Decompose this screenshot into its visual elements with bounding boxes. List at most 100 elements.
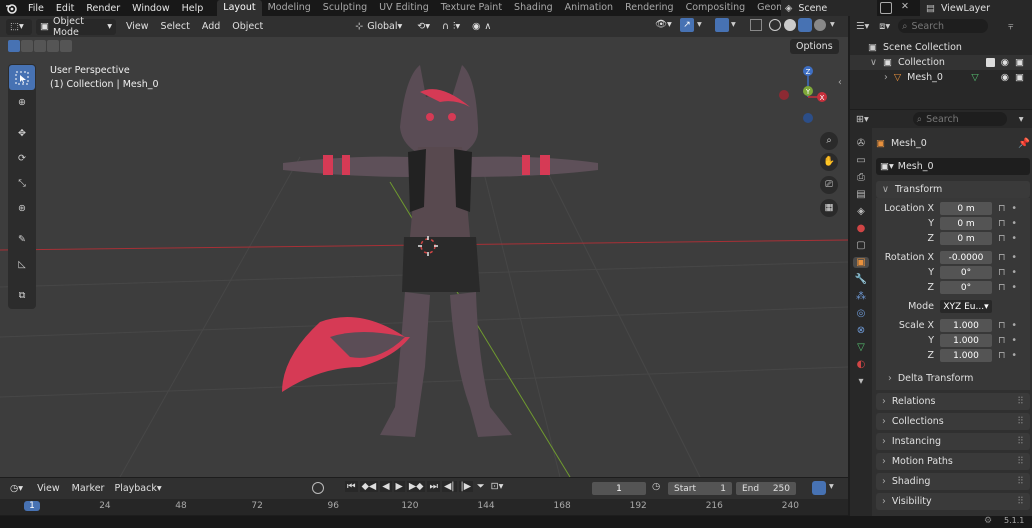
drag-handle-icon[interactable]: ⠿ (1017, 396, 1024, 407)
outliner-scene-collection[interactable]: ▣ Scene Collection (850, 40, 1032, 55)
menu-window[interactable]: Window (126, 3, 175, 14)
preview-range-icon[interactable]: ◷ (652, 481, 660, 492)
panel-header[interactable]: › Shading ⠿ (876, 473, 1030, 490)
workspace-tab[interactable]: Modeling (262, 0, 317, 16)
location-z-field[interactable]: 0 m (940, 232, 992, 245)
ortho-toggle-button[interactable]: ▦ (820, 199, 838, 217)
drag-handle-icon[interactable]: ⠿ (1017, 436, 1024, 447)
outliner-editor-icon[interactable]: ☰▾ (856, 21, 869, 32)
lock-icon[interactable]: ⊓ (998, 233, 1005, 244)
eye-icon[interactable]: ◉ (1001, 72, 1009, 83)
snap-toggle[interactable]: ∩ ⫶ ▾ (438, 19, 464, 35)
pan-button[interactable]: ✋ (820, 153, 838, 171)
shading-wireframe-button[interactable] (769, 19, 781, 31)
lock-icon[interactable]: ⊓ (998, 335, 1005, 346)
panel-header[interactable]: › Instancing ⠿ (876, 433, 1030, 450)
scale-y-field[interactable]: 1.000 (940, 334, 992, 347)
keyframe-icon[interactable]: • (1011, 267, 1017, 278)
keyframe-icon[interactable]: • (1011, 335, 1017, 346)
transform-panel-header[interactable]: ∨ Transform (876, 181, 1030, 198)
orientation-dropdown[interactable]: ⊹ Global ▾ (351, 19, 409, 35)
measure-tool[interactable]: ◺ (9, 252, 35, 277)
scale-z-field[interactable]: 1.000 (940, 349, 992, 362)
expand-mesh-icon[interactable]: › (884, 72, 888, 83)
outliner-search-input[interactable]: ⌕ Search (898, 19, 989, 33)
scene-close-icon[interactable]: ✕ (901, 1, 909, 12)
physics-tab-icon[interactable]: ◎ (857, 308, 866, 319)
options-button[interactable]: Options (790, 39, 839, 54)
properties-options-icon[interactable]: ▾ (1019, 114, 1024, 125)
tool-tab-icon[interactable]: ✇ (857, 138, 865, 149)
rotation-z-field[interactable]: 0° (940, 281, 992, 294)
outliner-collection[interactable]: ∨ ▣ Collection ◉ ▣ (850, 55, 1032, 70)
shading-rendered-button[interactable] (814, 19, 826, 31)
data-name-row[interactable]: ▣▾ Mesh_0 (876, 158, 1030, 175)
delta-transform-subpanel[interactable]: › Delta Transform (876, 371, 1030, 386)
overlay-toggle[interactable] (715, 18, 729, 32)
drag-handle-icon[interactable]: ⠿ (1017, 476, 1024, 487)
select-intersect-button[interactable] (60, 40, 72, 52)
modifier-tab-icon[interactable]: 🔧 (855, 274, 867, 285)
select-extend-button[interactable] (21, 40, 33, 52)
editor-type-button[interactable]: ⬚ ▾ (6, 18, 32, 35)
scene-copy-icon[interactable] (880, 2, 892, 14)
jump-end-icon[interactable]: ⏭ (427, 481, 440, 492)
timeline-view-options[interactable] (812, 481, 826, 495)
lock-icon[interactable]: ⊓ (998, 282, 1005, 293)
material-tab-icon[interactable]: ◐ (857, 359, 866, 370)
lock-icon[interactable]: ⊓ (998, 350, 1005, 361)
jump-start-icon[interactable]: ⏮ (345, 481, 358, 492)
playback-dropdown[interactable]: Playback ▾ (110, 481, 165, 497)
eye-icon[interactable]: ◉ (1001, 57, 1009, 68)
menu-object[interactable]: Object (226, 21, 269, 32)
checkbox-icon[interactable] (985, 58, 995, 67)
timeline-marker-menu[interactable]: Marker (66, 483, 111, 494)
keyframe-icon[interactable]: • (1011, 320, 1017, 331)
gizmo-dropdown[interactable]: ▾ (697, 19, 702, 30)
location-y-field[interactable]: 0 m (940, 217, 992, 230)
workspace-tab[interactable]: Texture Paint (435, 0, 508, 16)
current-frame-field[interactable]: 1 (592, 482, 646, 495)
shading-dropdown[interactable]: ▾ (830, 19, 835, 30)
drag-handle-icon[interactable]: ⠿ (1017, 496, 1024, 507)
pivot-dropdown[interactable]: ⟲ ▾ (413, 19, 434, 35)
menu-render[interactable]: Render (80, 3, 126, 14)
workspace-tab[interactable]: Compositing (680, 0, 752, 16)
expand-collection-icon[interactable]: ∨ (870, 57, 877, 68)
transform-tool[interactable]: ⊛ (9, 196, 35, 221)
mesh-data-icon[interactable]: ▽ (971, 72, 978, 83)
outliner-mesh[interactable]: › ▽ Mesh_0 ▽ ◉ ▣ (850, 70, 1032, 85)
3d-viewport[interactable]: User Perspective (1) Collection | Mesh_0… (0, 37, 848, 477)
pin-icon[interactable]: 📌 (1018, 138, 1030, 149)
add-cube-tool[interactable]: ⧉ (9, 283, 35, 308)
select-invert-button[interactable] (47, 40, 59, 52)
drag-handle-icon[interactable]: ⠿ (1017, 416, 1024, 427)
keyframe-icon[interactable]: • (1011, 218, 1017, 229)
workspace-tab[interactable]: Animation (559, 0, 619, 16)
menu-file[interactable]: File (22, 3, 50, 14)
camera-render-icon[interactable]: ▣ (1015, 57, 1024, 68)
render-tab-icon[interactable]: ▭ (856, 155, 865, 166)
lock-icon[interactable]: ⊓ (998, 218, 1005, 229)
rotation-y-field[interactable]: 0° (940, 266, 992, 279)
view-layer-tab-icon[interactable]: ▤ (856, 189, 865, 200)
shading-solid-button[interactable] (784, 19, 796, 31)
next-key-icon[interactable]: |▶ (458, 481, 474, 492)
end-frame-field[interactable]: End 250 (736, 482, 796, 495)
auto-key-icon[interactable]: ⊡▾ (489, 481, 506, 492)
proportional-edit-toggle[interactable]: ◉ ∧ (468, 19, 495, 35)
scale-x-field[interactable]: 1.000 (940, 319, 992, 332)
menu-help[interactable]: Help (176, 3, 210, 14)
lock-icon[interactable]: ⊓ (998, 252, 1005, 263)
world-tab-icon[interactable]: ● (857, 223, 866, 234)
workspace-tab[interactable]: Rendering (619, 0, 680, 16)
more-tabs-icon[interactable]: ▾ (858, 376, 863, 387)
play-reverse-icon[interactable]: ◀ (380, 481, 392, 492)
workspace-tab[interactable]: Sculpting (317, 0, 373, 16)
workspace-tab[interactable]: Layout (217, 0, 262, 16)
data-tab-icon[interactable]: ▽ (857, 342, 865, 353)
rotation-mode-dropdown[interactable]: XYZ Eu... ▾ (940, 300, 992, 313)
mode-dropdown[interactable]: ▣ Object Mode ▾ (36, 16, 116, 38)
filter-icon[interactable]: ⫧ (1008, 21, 1013, 32)
keyframe-icon[interactable]: • (1011, 233, 1017, 244)
